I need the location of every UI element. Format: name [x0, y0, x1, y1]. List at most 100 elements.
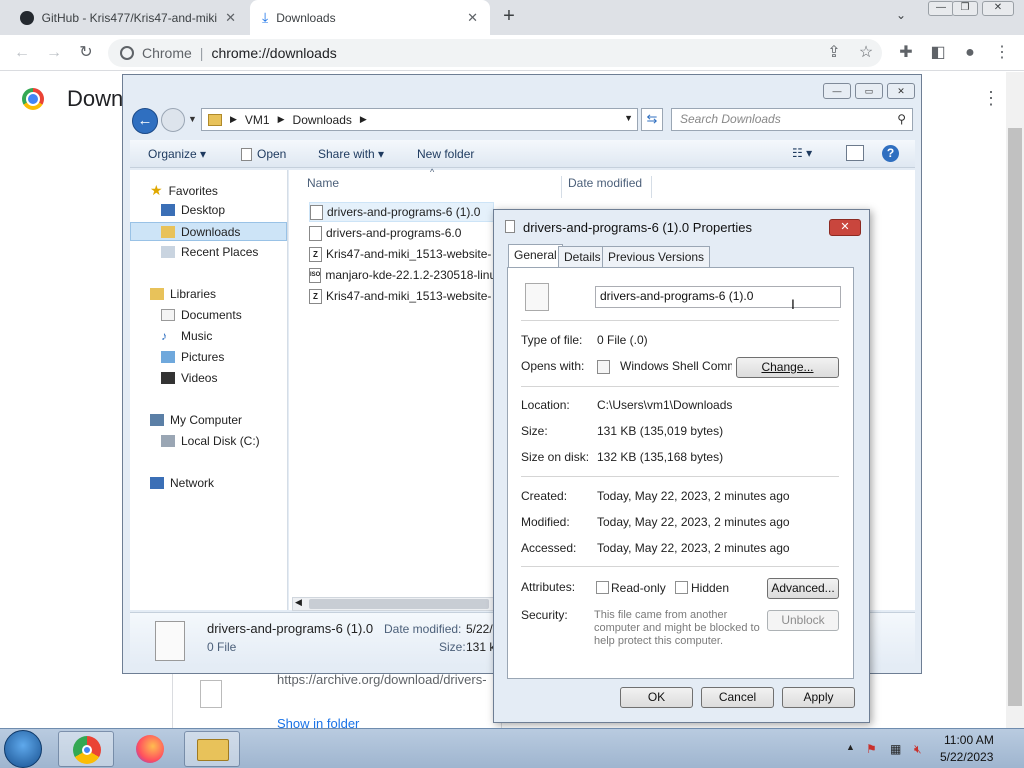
preview-pane-icon[interactable] [846, 145, 864, 161]
back-arrow-icon[interactable]: ← [10, 41, 34, 65]
folder-icon [208, 113, 222, 126]
close-icon[interactable]: ✕ [225, 10, 236, 26]
organize-button[interactable]: Organize ▾ [148, 147, 206, 161]
file-row[interactable]: drivers-and-programs-6 (1).0 [309, 202, 494, 222]
maximize-button[interactable]: ▭ [855, 83, 883, 99]
share-with-button[interactable]: Share with ▾ [318, 147, 384, 161]
tab-general[interactable]: General [508, 244, 563, 268]
file-row[interactable]: ISO manjaro-kde-22.1.2-230518-linu [309, 266, 494, 284]
dialog-title: drivers-and-programs-6 (1).0 Properties [523, 220, 753, 235]
extensions-icon[interactable]: ✚ [894, 41, 918, 65]
apply-button[interactable]: Apply [782, 687, 855, 708]
file-icon [200, 680, 222, 708]
desktop-icon [161, 204, 175, 216]
nav-local-disk[interactable]: Local Disk (C:) [161, 434, 260, 448]
chevron-down-icon[interactable]: ▼ [624, 113, 633, 123]
breadcrumb-downloads[interactable]: Downloads [293, 113, 352, 127]
breadcrumb-vm1[interactable]: VM1 [245, 113, 270, 127]
tab-previous-versions[interactable]: Previous Versions [602, 246, 711, 267]
details-size-label: Size: [439, 640, 466, 654]
help-icon[interactable]: ? [882, 145, 899, 162]
file-icon [525, 283, 549, 311]
nav-favorites[interactable]: ★ Favorites [150, 182, 218, 199]
file-icon [309, 225, 322, 241]
show-hidden-icons[interactable]: ▲ [846, 742, 855, 752]
nav-downloads[interactable]: Downloads [130, 222, 287, 241]
clock-date[interactable]: 5/22/2023 [940, 750, 993, 764]
refresh-icon[interactable]: ⇆ [641, 108, 663, 131]
nav-pictures[interactable]: Pictures [161, 350, 224, 364]
libraries-icon [150, 288, 164, 300]
network-tray-icon[interactable]: ▦ [890, 742, 901, 756]
nav-videos[interactable]: Videos [161, 371, 217, 385]
change-button[interactable]: Change... [736, 357, 839, 378]
scroll-left-icon[interactable]: ◀ [295, 597, 302, 608]
browser-menu-icon[interactable]: ⋮ [990, 41, 1014, 65]
explorer-address-bar[interactable]: ▶ VM1 ▶ Downloads ▶ ▼ [201, 108, 638, 131]
recent-pages-icon[interactable]: ▼ [188, 114, 197, 124]
download-url[interactable]: https://archive.org/download/drivers- [277, 672, 492, 687]
details-type: 0 File [207, 640, 237, 654]
nav-network[interactable]: Network [150, 476, 214, 490]
ok-button[interactable]: OK [620, 687, 693, 708]
tab-github[interactable]: GitHub - Kris477/Kris47-and-miki ✕ [8, 0, 248, 35]
search-input[interactable]: Search Downloads ⚲ [671, 108, 913, 131]
taskbar-chrome[interactable] [58, 731, 114, 767]
reload-icon[interactable]: ↻ [74, 41, 98, 65]
hidden-checkbox[interactable] [675, 581, 688, 594]
advanced-button[interactable]: Advanced... [767, 578, 839, 599]
scroll-thumb[interactable] [309, 599, 489, 609]
column-header-date[interactable]: Date modified [561, 176, 642, 198]
share-icon[interactable]: ⇪ [822, 41, 846, 65]
side-panel-icon[interactable]: ◧ [926, 41, 950, 65]
nav-recent-places[interactable]: Recent Places [161, 245, 258, 259]
unblock-button[interactable]: Unblock [767, 610, 839, 631]
file-row[interactable]: drivers-and-programs-6.0 [309, 224, 494, 242]
restore-button[interactable]: ❐ [952, 1, 978, 16]
accessed-value: Today, May 22, 2023, 2 minutes ago [597, 541, 790, 555]
tab-search-icon[interactable]: ⌄ [896, 8, 906, 22]
file-row[interactable]: Z Kris47-and-miki_1513-website- [309, 245, 494, 263]
column-header-name[interactable]: Name [307, 176, 339, 190]
nav-desktop[interactable]: Desktop [161, 203, 225, 217]
forward-arrow-icon[interactable]: → [42, 41, 66, 65]
nav-libraries[interactable]: Libraries [150, 287, 216, 301]
open-button[interactable]: Open [241, 147, 286, 162]
start-button[interactable] [4, 730, 42, 768]
address-bar[interactable]: Chrome | chrome://downloads [108, 39, 882, 67]
clock-time[interactable]: 11:00 AM [944, 733, 994, 747]
readonly-checkbox[interactable] [596, 581, 609, 594]
filename-field[interactable]: drivers-and-programs-6 (1).0 [595, 286, 841, 308]
back-button[interactable]: ← [132, 108, 158, 134]
file-row[interactable]: Z Kris47-and-miki_1513-website- [309, 287, 494, 305]
search-icon[interactable]: ⚲ [897, 109, 906, 130]
hidden-label[interactable]: Hidden [691, 581, 729, 595]
new-folder-button[interactable]: New folder [417, 147, 474, 161]
action-center-icon[interactable]: ⚑ [866, 742, 877, 756]
readonly-label[interactable]: Read-only [611, 581, 666, 595]
close-icon[interactable]: ✕ [829, 219, 861, 236]
tab-details[interactable]: Details [558, 246, 607, 267]
profile-avatar-icon[interactable]: ● [958, 41, 982, 65]
nav-my-computer[interactable]: My Computer [150, 413, 242, 427]
taskbar-explorer[interactable] [184, 731, 240, 767]
nav-music[interactable]: ♪ Music [161, 329, 212, 343]
cancel-button[interactable]: Cancel [701, 687, 774, 708]
more-actions-icon[interactable]: ⋮ [982, 88, 1000, 109]
tab-downloads[interactable]: ⤓ Downloads ✕ [250, 0, 490, 35]
bookmark-star-icon[interactable]: ☆ [854, 41, 878, 65]
close-icon[interactable]: ✕ [467, 10, 478, 26]
nav-documents[interactable]: Documents [161, 308, 242, 322]
new-tab-button[interactable]: + [498, 6, 520, 28]
scroll-thumb[interactable] [1008, 128, 1022, 706]
forward-button[interactable] [161, 108, 185, 132]
minimize-button[interactable]: — [823, 83, 851, 99]
close-window-button[interactable]: ✕ [982, 1, 1014, 16]
column-divider[interactable] [651, 176, 652, 198]
volume-muted-icon[interactable]: 🔇︎ [914, 742, 922, 757]
minimize-button[interactable]: — [928, 1, 954, 16]
horizontal-scrollbar[interactable]: ◀ [292, 597, 494, 611]
taskbar-firefox[interactable] [122, 731, 178, 767]
close-button[interactable]: ✕ [887, 83, 915, 99]
view-options-icon[interactable]: ☷ ▾ [792, 146, 812, 160]
